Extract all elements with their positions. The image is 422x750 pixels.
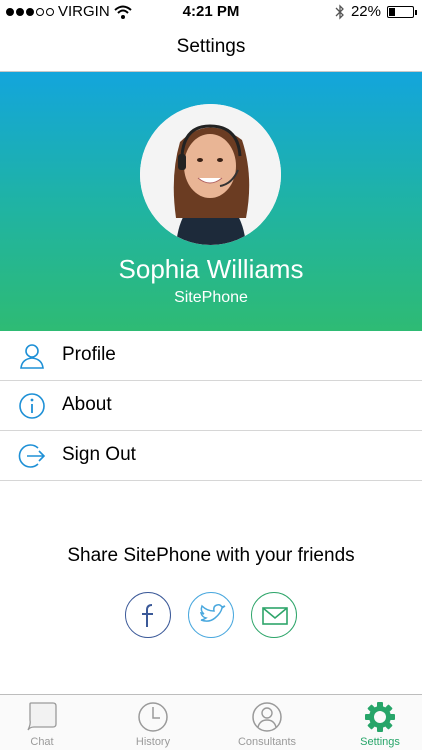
- sign-out-icon: [18, 444, 46, 468]
- battery-percent: 22%: [350, 3, 381, 20]
- tab-chat[interactable]: Chat: [0, 695, 84, 750]
- email-share-button[interactable]: [251, 592, 297, 638]
- share-buttons: [0, 592, 422, 638]
- menu-item-about[interactable]: About: [0, 381, 422, 431]
- menu-item-sign-out[interactable]: Sign Out: [0, 431, 422, 481]
- tab-label-history: History: [135, 736, 171, 748]
- gear-icon: [365, 702, 395, 732]
- tab-history[interactable]: History: [110, 695, 196, 750]
- status-right: 22%: [335, 3, 417, 20]
- tab-settings[interactable]: Settings: [338, 695, 422, 750]
- nav-bar: Settings: [0, 24, 422, 72]
- menu-item-profile[interactable]: Profile: [0, 331, 422, 381]
- tab-bar: Chat History Consultants Settings: [0, 694, 422, 750]
- menu-label-profile: Profile: [62, 344, 116, 365]
- profile-header: Sophia Williams SitePhone: [0, 72, 422, 331]
- user-icon: [20, 344, 44, 369]
- twitter-icon: [199, 604, 226, 622]
- tab-label-chat: Chat: [30, 736, 54, 748]
- menu-label-sign-out: Sign Out: [62, 444, 136, 465]
- facebook-icon: [142, 604, 153, 627]
- person-icon: [252, 702, 282, 732]
- chat-bubble-icon: [27, 702, 57, 731]
- bluetooth-icon: [335, 3, 344, 20]
- avatar-photo: [140, 104, 281, 245]
- avatar[interactable]: [140, 104, 281, 245]
- tab-label-settings: Settings: [360, 736, 400, 748]
- envelope-icon: [262, 607, 288, 625]
- battery-level: [389, 7, 395, 16]
- menu-label-about: About: [62, 394, 112, 415]
- battery-icon: [387, 5, 417, 18]
- twitter-share-button[interactable]: [188, 592, 234, 638]
- tab-label-consultants: Consultants: [237, 736, 297, 748]
- profile-name: Sophia Williams: [118, 254, 304, 284]
- share-heading: Share SitePhone with your friends: [67, 545, 355, 566]
- tab-consultants[interactable]: Consultants: [222, 695, 312, 750]
- page-title: Settings: [176, 36, 246, 57]
- status-bar: VIRGIN 4:21 PM 22%: [0, 0, 422, 24]
- info-icon: [19, 393, 45, 419]
- settings-menu: Profile About Sign Out: [0, 331, 422, 481]
- clock-icon: [138, 702, 168, 732]
- profile-company: SitePhone: [174, 289, 248, 306]
- facebook-share-button[interactable]: [125, 592, 171, 638]
